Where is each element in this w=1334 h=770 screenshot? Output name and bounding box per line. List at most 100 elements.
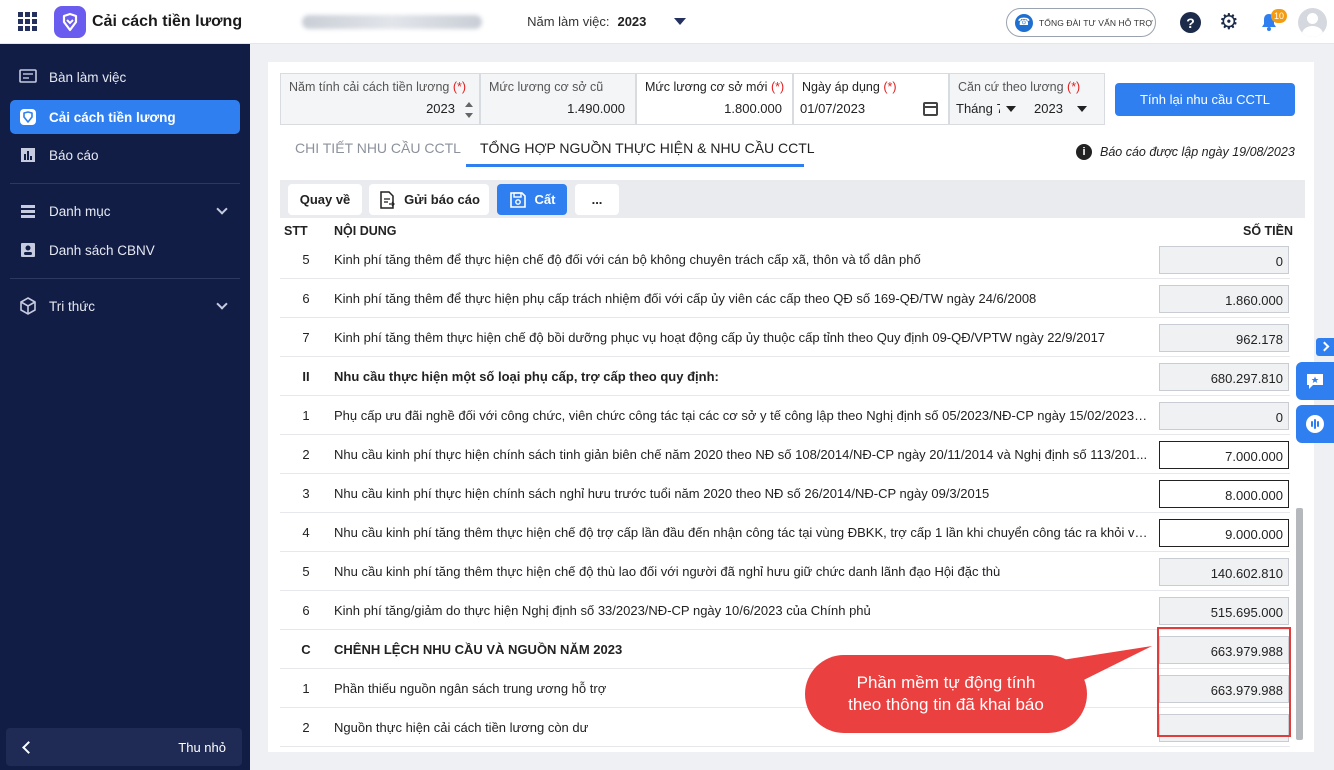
phone-icon: ☎ xyxy=(1015,13,1033,32)
gear-icon[interactable]: ⚙ xyxy=(1219,10,1239,34)
required-mark: (*) xyxy=(1067,80,1081,94)
expand-panel-button[interactable] xyxy=(1316,338,1334,356)
sidebar-divider xyxy=(10,183,240,184)
sidebar-item-reports[interactable]: Báo cáo xyxy=(10,138,240,172)
callout-line-1: Phần mềm tự động tính xyxy=(856,673,1036,692)
send-report-label: Gửi báo cáo xyxy=(404,192,480,207)
sidebar-item-label: Cải cách tiền lương xyxy=(49,109,176,125)
column-header-stt: STT xyxy=(284,224,308,238)
send-report-button[interactable]: Gửi báo cáo xyxy=(369,184,489,215)
back-label: Quay về xyxy=(299,192,351,207)
sidebar-item-label: Danh mục xyxy=(49,203,111,219)
organization-name-blurred xyxy=(302,14,483,29)
chevron-down-icon xyxy=(216,203,228,215)
apply-date-value: 01/07/2023 xyxy=(800,101,866,116)
row-stt: 6 xyxy=(302,603,310,618)
sidebar-collapse-button[interactable]: Thu nhỏ xyxy=(6,728,242,766)
save-button[interactable]: Cất xyxy=(497,184,567,215)
sidebar-item-staff-list[interactable]: Danh sách CBNV xyxy=(10,233,240,267)
sidebar-item-label: Danh sách CBNV xyxy=(49,242,155,258)
number-spinner-icon[interactable] xyxy=(465,102,473,118)
notification-badge: 10 xyxy=(1271,9,1288,23)
amount-readonly: 680.297.810 xyxy=(1159,363,1289,391)
support-chat-button[interactable] xyxy=(1296,405,1334,443)
basis-month-value: Tháng 7 xyxy=(956,101,1000,116)
back-button[interactable]: Quay về xyxy=(288,184,362,215)
row-content: Nhu cầu kinh phí thực hiện chính sách ti… xyxy=(334,447,1148,462)
sidebar-divider xyxy=(10,278,240,279)
chevron-down-icon xyxy=(216,298,228,310)
calendar-icon[interactable] xyxy=(923,102,938,116)
new-base-salary-field[interactable]: Mức lương cơ sở mới (*) 1.800.000 xyxy=(636,73,793,125)
info-icon: i xyxy=(1076,144,1092,160)
basis-year-select[interactable]: 2023 xyxy=(1034,101,1087,116)
apply-date-field[interactable]: Ngày áp dụng (*) 01/07/2023 xyxy=(793,73,949,125)
row-stt: 4 xyxy=(302,525,310,540)
cube-icon xyxy=(18,296,38,316)
sidebar-item-catalog[interactable]: Danh mục xyxy=(10,194,240,228)
reform-year-field[interactable]: Năm tính cải cách tiền lương (*) 2023 xyxy=(280,73,480,125)
row-content: Nhu cầu kinh phí tăng thêm thực hiện chế… xyxy=(334,564,1001,579)
amount-input[interactable]: 9.000.000 xyxy=(1159,519,1289,547)
amount-input[interactable]: 7.000.000 xyxy=(1159,441,1289,469)
amount-readonly: 0 xyxy=(1159,402,1289,430)
auto-calculated-highlight xyxy=(1157,627,1291,737)
table-row: 5 Nhu cầu kinh phí tăng thêm thực hiện ch… xyxy=(280,552,1290,591)
report-date-text: Báo cáo được lập ngày 19/08/2023 xyxy=(1100,145,1295,159)
app-title: Cải cách tiền lương xyxy=(92,12,243,30)
row-stt: 1 xyxy=(302,681,310,696)
chat-star-icon xyxy=(1307,374,1323,389)
sidebar-item-label: Báo cáo xyxy=(49,147,99,163)
table-row: 1 Phụ cấp ưu đãi nghề đối với công chức, … xyxy=(280,396,1290,435)
report-date-note: i Báo cáo được lập ngày 19/08/2023 xyxy=(1076,144,1295,160)
chevron-down-icon xyxy=(1076,105,1087,112)
sidebar-item-knowledge[interactable]: Tri thức xyxy=(10,289,240,323)
row-stt: 6 xyxy=(302,291,310,306)
amount-input[interactable]: 8.000.000 xyxy=(1159,480,1289,508)
app-grid-icon[interactable] xyxy=(18,11,38,32)
more-options-button[interactable]: ... xyxy=(575,184,619,215)
basis-month-select[interactable]: Tháng 7 xyxy=(956,101,1018,116)
row-content: Nhu cầu kinh phí tăng thêm thực hiện chế… xyxy=(334,525,1149,540)
column-header-content: NỘI DUNG xyxy=(334,224,397,238)
tab-summary[interactable]: TỔNG HỢP NGUỒN THỰC HIỆN & NHU CẦU CCTL xyxy=(480,140,815,156)
row-content: Nhu cầu kinh phí thực hiện chính sách ng… xyxy=(334,486,990,501)
recalculate-button[interactable]: Tính lại nhu cầu CCTL xyxy=(1115,83,1295,116)
app-logo-icon xyxy=(18,107,38,127)
chevron-down-icon xyxy=(1006,105,1016,112)
chevron-left-icon xyxy=(22,740,35,754)
row-stt: II xyxy=(302,369,310,384)
table-row: 3 Nhu cầu kinh phí thực hiện chính sách n… xyxy=(280,474,1290,513)
sidebar: Bàn làm việc Cải cách tiền lương Báo cáo… xyxy=(0,44,250,770)
headset-icon xyxy=(1306,415,1324,433)
active-tab-indicator xyxy=(466,164,804,167)
required-mark: (*) xyxy=(770,80,785,94)
required-mark: (*) xyxy=(883,80,897,94)
sidebar-item-dashboard[interactable]: Bàn làm việc xyxy=(10,60,240,94)
new-base-salary-label: Mức lương cơ sở mới xyxy=(645,80,768,94)
hotline-button[interactable]: ☎ TỔNG ĐÀI TƯ VẤN HỖ TRỢ xyxy=(1006,8,1156,37)
row-content: Nhu cầu thực hiện một số loại phụ cấp, t… xyxy=(334,369,719,384)
feedback-button[interactable] xyxy=(1296,362,1334,400)
required-mark: (*) xyxy=(452,80,467,94)
sidebar-item-salary-reform[interactable]: Cải cách tiền lương xyxy=(10,100,240,134)
row-content: Kinh phí tăng thêm để thực hiện phụ cấp … xyxy=(334,291,1037,306)
bar-chart-icon xyxy=(18,145,38,165)
more-icon: ... xyxy=(591,192,603,207)
table-row: 4 Nhu cầu kinh phí tăng thêm thực hiện ch… xyxy=(280,513,1290,552)
new-base-salary-value: 1.800.000 xyxy=(724,101,782,116)
help-icon[interactable]: ? xyxy=(1180,12,1201,33)
salary-basis-field[interactable]: Căn cứ theo lương (*) Tháng 7 2023 xyxy=(949,73,1105,125)
avatar[interactable] xyxy=(1298,8,1327,37)
working-year-dropdown-icon[interactable] xyxy=(674,18,687,25)
table-row: 5 Kinh phí tăng thêm để thực hiện chế độ … xyxy=(280,240,1290,279)
callout-bubble: Phần mềm tự động tính theo thông tin đã … xyxy=(805,655,1087,733)
row-content: Kinh phí tăng thêm để thực hiện chế độ đ… xyxy=(334,252,921,267)
hotline-label: TỔNG ĐÀI TƯ VẤN HỖ TRỢ xyxy=(1039,17,1153,28)
scrollbar-thumb[interactable] xyxy=(1296,508,1303,740)
tab-detail[interactable]: CHI TIẾT NHU CẦU CCTL xyxy=(295,140,461,156)
column-header-amount: SỐ TIỀN xyxy=(1243,224,1294,238)
row-stt: 5 xyxy=(302,564,310,579)
working-year-value[interactable]: 2023 xyxy=(617,14,646,29)
save-label: Cất xyxy=(534,192,556,207)
